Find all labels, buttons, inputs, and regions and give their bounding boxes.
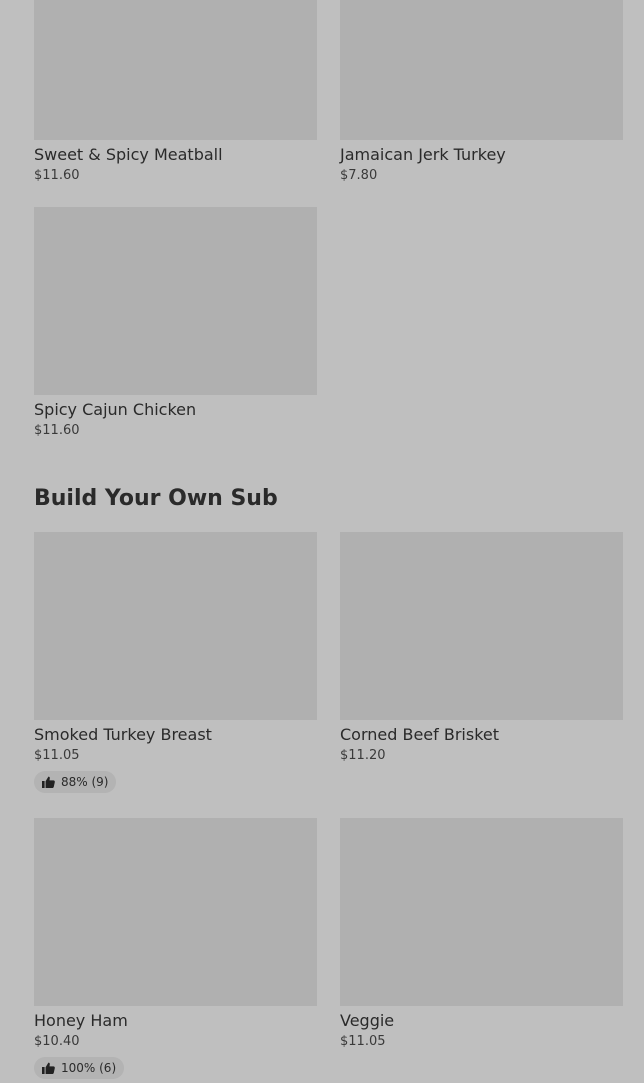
menu-item-card[interactable]: Honey Ham $10.40 100% (6) bbox=[34, 818, 317, 1082]
menu-item-price: $11.60 bbox=[34, 423, 80, 438]
menu-item-card[interactable]: Sweet & Spicy Meatball $11.60 bbox=[34, 0, 317, 185]
menu-item-name: Jamaican Jerk Turkey bbox=[340, 145, 506, 164]
menu-item-name: Smoked Turkey Breast bbox=[34, 725, 212, 744]
menu-item-image[interactable] bbox=[340, 0, 623, 140]
rating-text: 100% (6) bbox=[61, 1061, 117, 1075]
menu-item-card[interactable]: Veggie $11.05 bbox=[340, 818, 623, 1082]
thumbs-up-icon bbox=[42, 1062, 55, 1074]
menu-item-card[interactable]: Jamaican Jerk Turkey $7.80 bbox=[340, 0, 623, 185]
menu-item-image[interactable] bbox=[34, 0, 317, 140]
rating-badge: 88% (9) bbox=[34, 771, 117, 793]
menu-item-card[interactable]: Corned Beef Brisket $11.20 bbox=[340, 532, 623, 796]
menu-item-name: Honey Ham bbox=[34, 1011, 128, 1030]
menu-item-card[interactable]: Spicy Cajun Chicken $11.60 bbox=[34, 207, 317, 440]
thumbs-up-icon bbox=[42, 776, 55, 788]
section-title: Build Your Own Sub bbox=[34, 486, 278, 511]
menu-item-image[interactable] bbox=[340, 818, 623, 1006]
menu-item-name: Corned Beef Brisket bbox=[340, 725, 500, 744]
menu-item-price: $11.20 bbox=[340, 748, 386, 763]
menu-item-price: $11.60 bbox=[34, 168, 80, 183]
menu-item-name: Spicy Cajun Chicken bbox=[34, 400, 197, 419]
build-your-own-grid: Smoked Turkey Breast $11.05 88% (9) Corn… bbox=[34, 532, 624, 1082]
menu-item-image[interactable] bbox=[340, 532, 623, 720]
menu-item-card[interactable]: Smoked Turkey Breast $11.05 88% (9) bbox=[34, 532, 317, 796]
menu-item-name: Sweet & Spicy Meatball bbox=[34, 145, 223, 164]
menu-item-image[interactable] bbox=[34, 818, 317, 1006]
rating-badge: 100% (6) bbox=[34, 1057, 125, 1079]
menu-item-grid: Sweet & Spicy Meatball $11.60 Jamaican J… bbox=[34, 0, 624, 440]
menu-item-price: $11.05 bbox=[340, 1034, 386, 1049]
menu-item-price: $11.05 bbox=[34, 748, 80, 763]
menu-item-name: Veggie bbox=[340, 1011, 395, 1030]
menu-item-image[interactable] bbox=[34, 532, 317, 720]
rating-text: 88% (9) bbox=[61, 775, 109, 789]
menu-item-price: $10.40 bbox=[34, 1034, 80, 1049]
menu-item-price: $7.80 bbox=[340, 168, 378, 183]
menu-item-image[interactable] bbox=[34, 207, 317, 395]
